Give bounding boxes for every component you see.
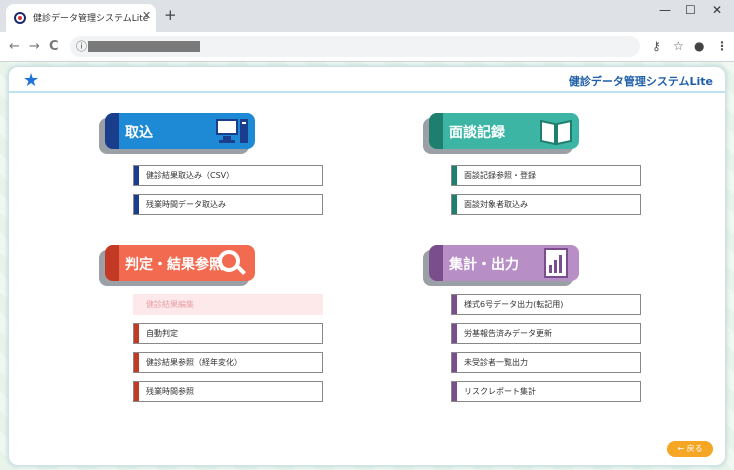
page-viewport: ★ 健診データ管理システムLite 取込 健診結果取込み（CSV） 残業時間デー… [0, 62, 734, 470]
menu-item-mendan-record[interactable]: 面談記録参照・登録 [451, 165, 641, 186]
new-tab-icon[interactable]: + [164, 6, 177, 24]
item-label: 残業時間参照 [146, 387, 194, 396]
url-text-redacted [88, 41, 200, 52]
app-title: 健診データ管理システムLite [568, 75, 713, 88]
menu-item-mijushin-list[interactable]: 未受診者一覧出力 [451, 352, 641, 373]
item-label: 残業時間データ取込み [146, 200, 226, 209]
tab-title: 健診データ管理システムLite [33, 14, 149, 24]
book-icon [540, 119, 572, 146]
banner-stripe [429, 245, 443, 281]
menu-item-roki-update[interactable]: 労基報告済みデータ更新 [451, 323, 641, 344]
reload-icon[interactable]: C [49, 39, 59, 54]
app-header: ★ 健診データ管理システムLite [9, 67, 725, 93]
browser-tabbar: 健診データ管理システムLite ✕ + — ☐ ✕ [0, 0, 734, 32]
item-accent [134, 382, 139, 401]
menu-item-kenshin-csv[interactable]: 健診結果取込み（CSV） [133, 165, 323, 186]
item-label: 面談対象者取込み [464, 200, 528, 209]
report-chart-icon [544, 248, 568, 278]
section-title-hantei: 判定・結果参照 [125, 257, 223, 273]
section-banner-mendan: 面談記録 [429, 113, 579, 149]
profile-icon[interactable]: ● [694, 39, 704, 53]
banner-stripe [105, 113, 119, 149]
section-banner-shukei: 集計・出力 [429, 245, 579, 281]
banner-stripe [105, 245, 119, 281]
item-label: 自動判定 [146, 329, 178, 338]
section-title-mendan: 面談記録 [449, 125, 505, 141]
item-accent [134, 195, 139, 214]
item-accent [452, 324, 457, 343]
list-mendan: 面談記録参照・登録 面談対象者取込み [451, 165, 641, 223]
menu-item-zangyo-import[interactable]: 残業時間データ取込み [133, 194, 323, 215]
banner-stripe [429, 113, 443, 149]
tab-close-icon[interactable]: ✕ [142, 9, 151, 22]
item-accent [134, 324, 139, 343]
logo-star-icon: ★ [23, 70, 40, 91]
item-label: 健診結果参照（経年変化） [146, 358, 242, 367]
close-window-icon[interactable]: ✕ [712, 3, 722, 17]
back-icon[interactable]: ← [9, 39, 20, 54]
section-title-shukei: 集計・出力 [449, 257, 519, 273]
site-info-icon[interactable]: ⓘ [76, 38, 87, 54]
menu-item-kenshin-edit: 健診結果編集 [133, 294, 323, 315]
menu-item-risk-report[interactable]: リスクレポート集計 [451, 381, 641, 402]
list-hantei: 健診結果編集 自動判定 健診結果参照（経年変化） 残業時間参照 [133, 294, 323, 410]
list-shukei: 様式6号データ出力(転記用) 労基報告済みデータ更新 未受診者一覧出力 リスクレ… [451, 294, 641, 410]
menu-item-mendan-import[interactable]: 面談対象者取込み [451, 194, 641, 215]
item-accent [134, 353, 139, 372]
section-banner-torikomi: 取込 [105, 113, 255, 149]
computer-icon [216, 119, 248, 143]
main-card: ★ 健診データ管理システムLite 取込 健診結果取込み（CSV） 残業時間デー… [8, 66, 726, 466]
item-accent [452, 382, 457, 401]
item-accent [452, 195, 457, 214]
menu-item-kenshin-history[interactable]: 健診結果参照（経年変化） [133, 352, 323, 373]
item-label: 未受診者一覧出力 [464, 358, 528, 367]
browser-toolbar: ← → C ⓘ ⚷ ☆ ● ⋮ [0, 32, 734, 62]
bookmark-star-icon[interactable]: ☆ [673, 39, 684, 53]
back-button[interactable]: ← 戻る [667, 441, 713, 457]
item-accent [452, 353, 457, 372]
section-banner-hantei: 判定・結果参照 [105, 245, 255, 281]
list-torikomi: 健診結果取込み（CSV） 残業時間データ取込み [133, 165, 323, 223]
item-accent [452, 166, 457, 185]
menu-icon[interactable]: ⋮ [716, 39, 728, 53]
url-bar[interactable]: ⓘ [70, 36, 640, 57]
item-label: 様式6号データ出力(転記用) [464, 300, 564, 309]
magnifier-icon [218, 250, 246, 275]
key-icon[interactable]: ⚷ [652, 39, 661, 53]
menu-item-youshiki6[interactable]: 様式6号データ出力(転記用) [451, 294, 641, 315]
item-label: 健診結果取込み（CSV） [146, 171, 235, 180]
forward-icon[interactable]: → [29, 39, 40, 54]
item-accent [452, 295, 457, 314]
item-label: 健診結果編集 [146, 300, 194, 309]
item-label: 面談記録参照・登録 [464, 171, 536, 180]
minimize-icon[interactable]: — [659, 3, 671, 17]
maximize-icon[interactable]: ☐ [685, 3, 696, 17]
menu-item-zangyo-view[interactable]: 残業時間参照 [133, 381, 323, 402]
menu-item-auto-hantei[interactable]: 自動判定 [133, 323, 323, 344]
item-label: 労基報告済みデータ更新 [464, 329, 552, 338]
item-accent [134, 166, 139, 185]
browser-tab[interactable]: 健診データ管理システムLite ✕ [6, 4, 156, 32]
favicon-icon [14, 12, 26, 24]
item-label: リスクレポート集計 [464, 387, 536, 396]
section-title-torikomi: 取込 [125, 125, 153, 141]
